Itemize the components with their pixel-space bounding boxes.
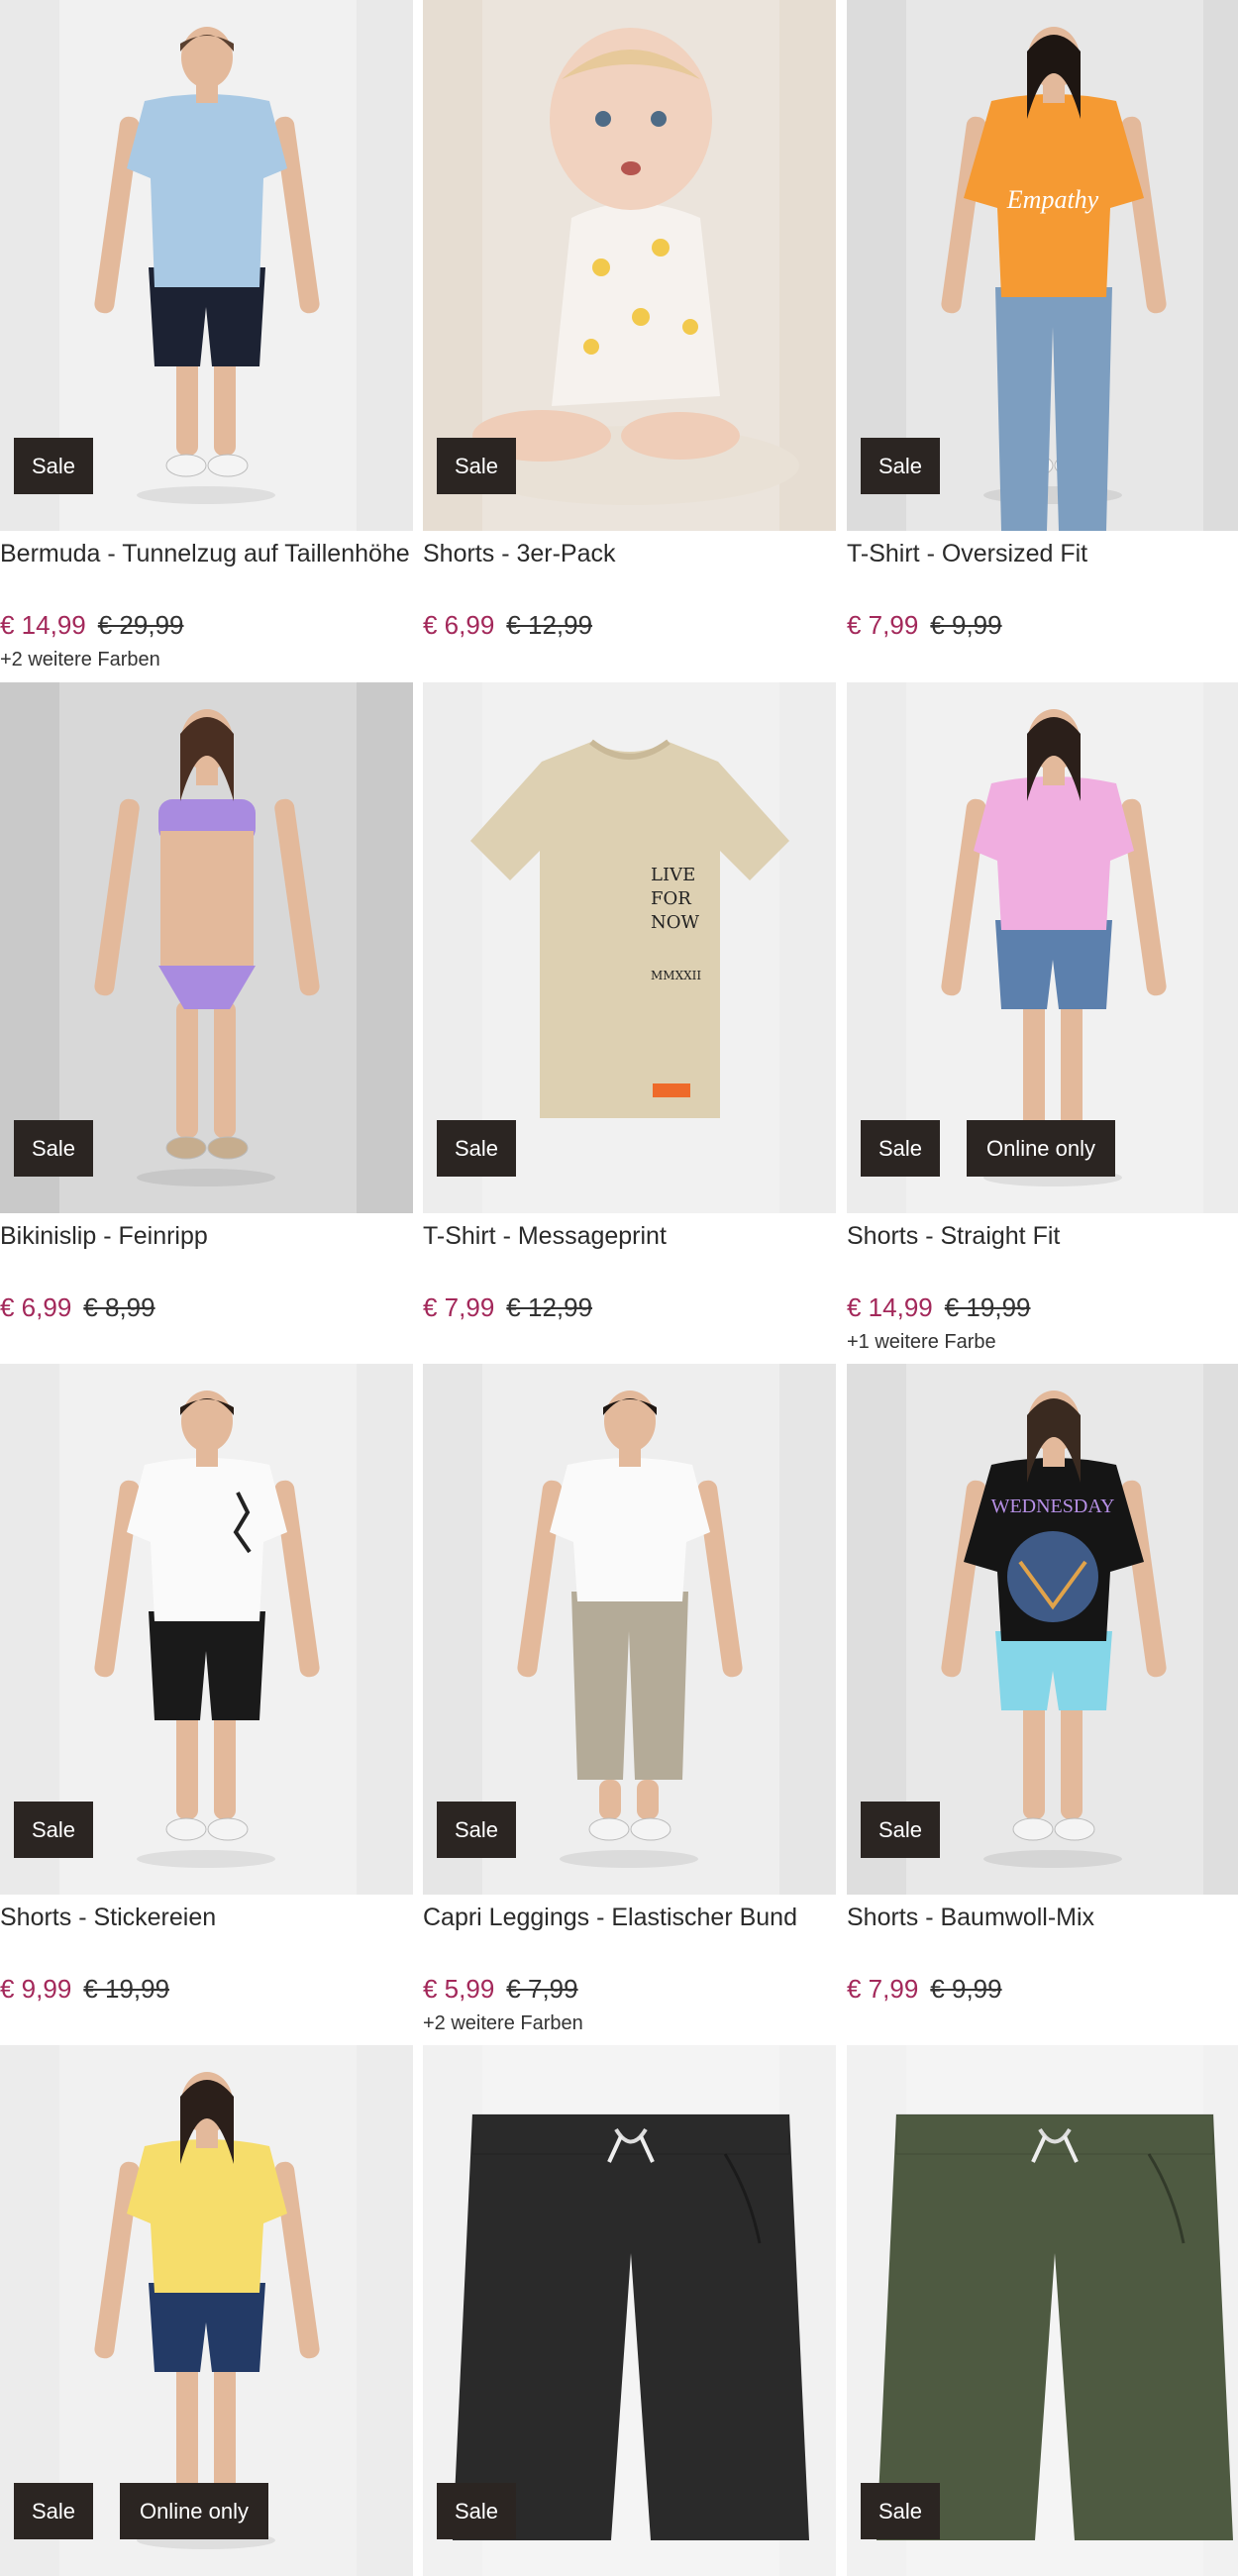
sale-badge: Sale (437, 1802, 516, 1858)
sale-badge: Sale (437, 2483, 516, 2539)
svg-text:Empathy: Empathy (1006, 185, 1099, 214)
original-price: € 8,99 (83, 1292, 155, 1322)
sale-badge: Sale (437, 438, 516, 494)
svg-text:NOW: NOW (651, 912, 700, 933)
product-title[interactable]: Shorts - Baumwoll-Mix (847, 1901, 1238, 1934)
sale-badge: Sale (861, 1802, 940, 1858)
original-price: € 12,99 (506, 1292, 593, 1322)
svg-text:WEDNESDAY: WEDNESDAY (991, 1495, 1115, 1517)
product-image[interactable]: Sale Online only (0, 2045, 413, 2576)
price-row: € 7,99 € 12,99 (423, 1290, 592, 1324)
product-image[interactable]: Sale Online only (847, 682, 1238, 1213)
price-row: € 6,99 € 12,99 (423, 608, 592, 642)
sale-price: € 7,99 (847, 610, 919, 640)
product-title[interactable]: Shorts - Straight Fit (847, 1219, 1238, 1253)
price-row: € 7,99 € 9,99 (847, 1972, 1002, 2006)
price-row: € 5,99 € 7,99 (423, 1972, 578, 2006)
product-title[interactable]: Bermuda - Tunnelzug auf Taillenhöhe (0, 537, 413, 570)
sale-price: € 6,99 (0, 1292, 72, 1322)
original-price: € 7,99 (506, 1974, 578, 2004)
product-image[interactable]: WEDNESDAY Sale (847, 1364, 1238, 1895)
price-row: € 14,99 € 19,99 (847, 1290, 1031, 1324)
product-title[interactable]: Bikinislip - Feinripp (0, 1219, 413, 1253)
more-colors-link[interactable]: +2 weitere Farben (0, 649, 160, 671)
price-row: € 9,99 € 19,99 (0, 1972, 169, 2006)
product-grid: Sale Bermuda - Tunnelzug auf Taillenhöhe €… (0, 0, 1238, 2576)
original-price: € 19,99 (83, 1974, 170, 2004)
sale-price: € 7,99 (423, 1292, 495, 1322)
sale-badge: Sale (437, 1120, 516, 1177)
product-image[interactable]: Sale (423, 2045, 836, 2576)
original-price: € 9,99 (930, 1974, 1002, 2004)
price-row: € 7,99 € 9,99 (847, 608, 1002, 642)
original-price: € 29,99 (97, 610, 184, 640)
sale-badge: Sale (861, 1120, 940, 1177)
sale-badge: Sale (14, 1120, 93, 1177)
sale-badge: Sale (14, 1802, 93, 1858)
online-only-badge: Online only (967, 1120, 1115, 1177)
price-row: € 6,99 € 8,99 (0, 1290, 155, 1324)
svg-text:MMXXII: MMXXII (651, 969, 701, 982)
sale-price: € 7,99 (847, 1974, 919, 2004)
original-price: € 19,99 (944, 1292, 1031, 1322)
product-image[interactable]: Sale (0, 682, 413, 1213)
more-colors-link[interactable]: +1 weitere Farbe (847, 1331, 996, 1354)
product-title[interactable]: Shorts - 3er-Pack (423, 537, 836, 570)
sale-badge: Sale (14, 2483, 93, 2539)
product-image[interactable]: Sale (847, 2045, 1238, 2576)
online-only-badge: Online only (120, 2483, 268, 2539)
sale-price: € 14,99 (0, 610, 86, 640)
original-price: € 9,99 (930, 610, 1002, 640)
sale-badge: Sale (14, 438, 93, 494)
product-image[interactable]: Empathy Sale (847, 0, 1238, 531)
product-title[interactable]: T-Shirt - Oversized Fit (847, 537, 1238, 570)
product-image[interactable]: LIVE FOR NOW MMXXII Sale (423, 682, 836, 1213)
original-price: € 12,99 (506, 610, 593, 640)
sale-price: € 14,99 (847, 1292, 933, 1322)
product-image[interactable]: Sale (423, 1364, 836, 1895)
product-image[interactable]: Sale (0, 1364, 413, 1895)
product-title[interactable]: Shorts - Stickereien (0, 1901, 413, 1934)
sale-price: € 9,99 (0, 1974, 72, 2004)
product-title[interactable]: Capri Leggings - Elastischer Bund (423, 1901, 836, 1934)
svg-text:FOR: FOR (651, 888, 691, 909)
product-image[interactable]: Sale (423, 0, 836, 531)
sale-badge: Sale (861, 2483, 940, 2539)
price-row: € 14,99 € 29,99 (0, 608, 184, 642)
product-image[interactable]: Sale (0, 0, 413, 531)
sale-price: € 5,99 (423, 1974, 495, 2004)
svg-text:LIVE: LIVE (651, 865, 695, 885)
sale-badge: Sale (861, 438, 940, 494)
product-title[interactable]: T-Shirt - Messageprint (423, 1219, 836, 1253)
sale-price: € 6,99 (423, 610, 495, 640)
more-colors-link[interactable]: +2 weitere Farben (423, 2012, 583, 2035)
